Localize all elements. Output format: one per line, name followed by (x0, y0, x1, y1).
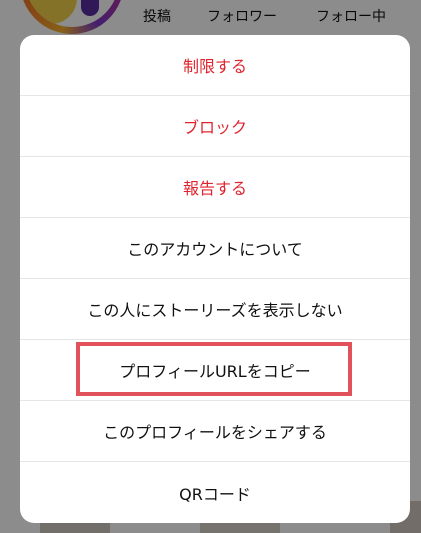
report-button[interactable]: 報告する (20, 157, 410, 218)
share-profile-button[interactable]: このプロフィールをシェアする (20, 401, 410, 462)
hide-stories-button[interactable]: この人にストーリーズを表示しない (20, 279, 410, 340)
qr-code-button[interactable]: QRコード (20, 462, 410, 523)
about-account-button[interactable]: このアカウントについて (20, 218, 410, 279)
profile-action-sheet: 制限する ブロック 報告する このアカウントについて この人にストーリーズを表示… (20, 35, 410, 523)
block-button[interactable]: ブロック (20, 96, 410, 157)
restrict-button[interactable]: 制限する (20, 35, 410, 96)
copy-profile-url-button[interactable]: プロフィールURLをコピー (20, 340, 410, 401)
